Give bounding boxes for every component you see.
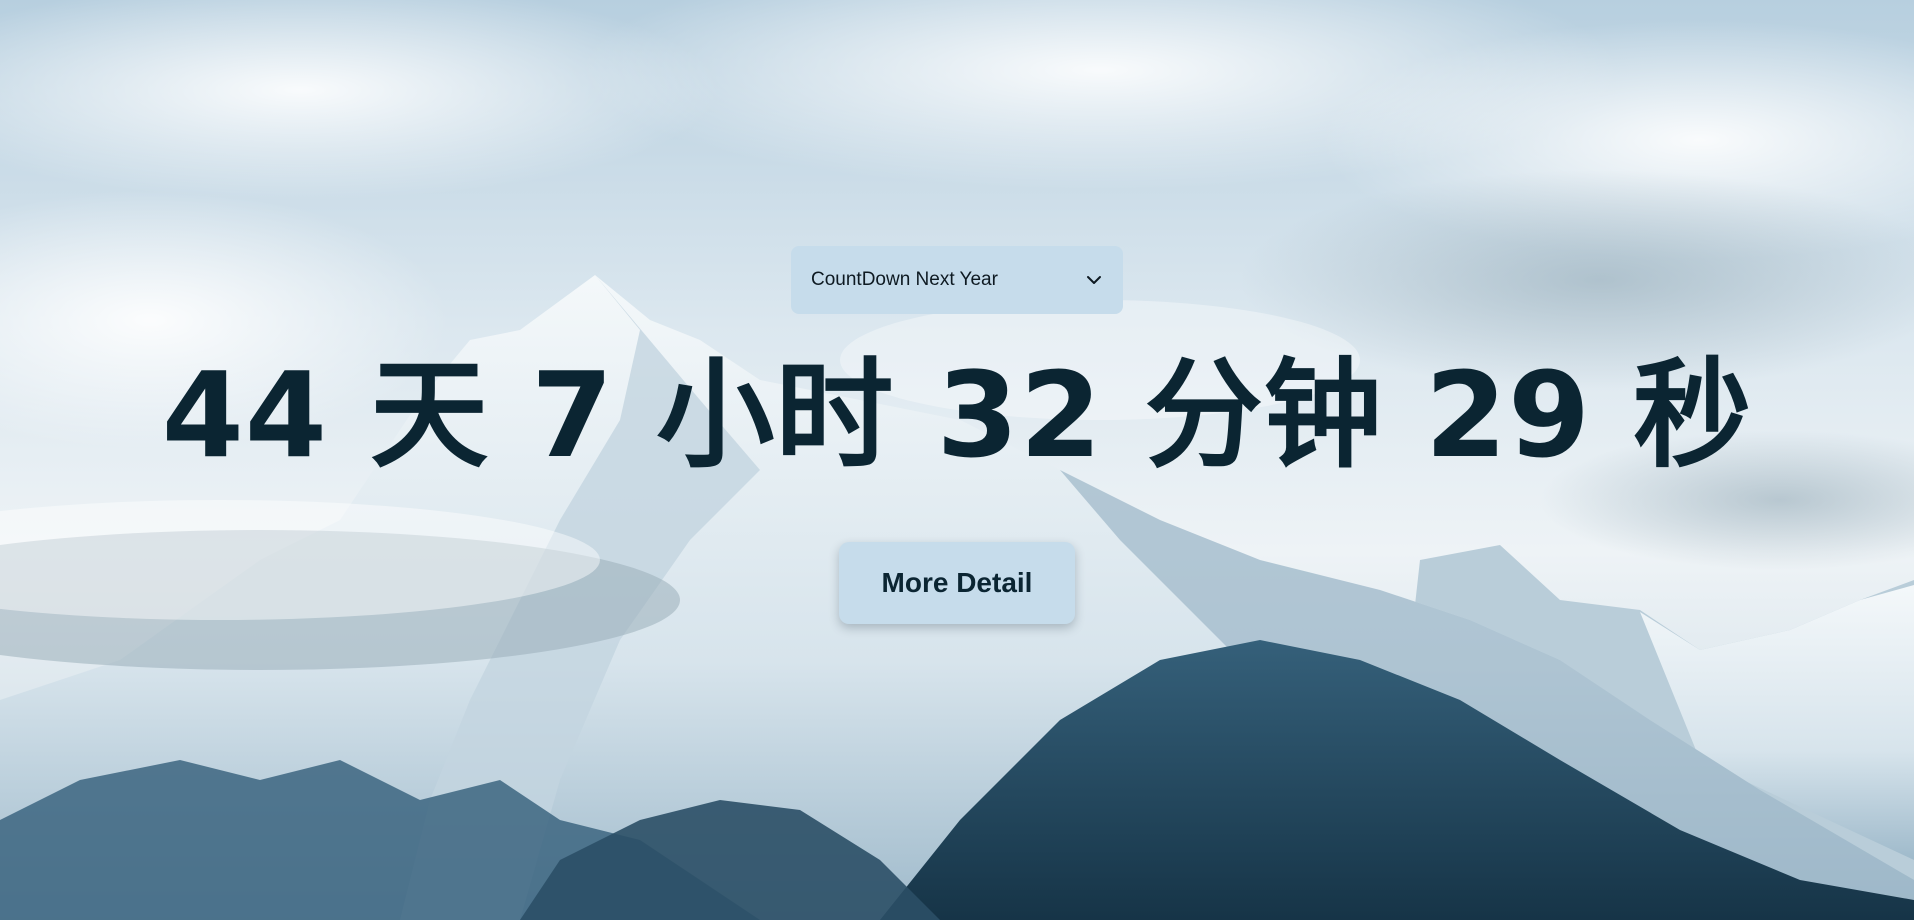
countdown-hours: 7	[531, 346, 615, 484]
countdown-seconds-unit: 秒	[1633, 346, 1753, 484]
countdown-minutes-unit: 分钟	[1144, 346, 1383, 484]
countdown-seconds: 29	[1424, 346, 1592, 484]
countdown-display: 44 天 7 小时 32 分钟 29 秒	[0, 345, 1914, 485]
countdown-minutes: 32	[936, 346, 1103, 484]
more-detail-button[interactable]: More Detail	[839, 542, 1075, 624]
countdown-target-label: CountDown Next Year	[811, 269, 998, 290]
countdown-days-unit: 天	[370, 346, 490, 484]
countdown-target-select[interactable]: CountDown Next Year	[791, 246, 1123, 314]
chevron-down-icon	[1085, 271, 1103, 289]
countdown-hours-unit: 小时	[656, 346, 895, 484]
countdown-days: 44	[161, 346, 328, 484]
countdown-page: CountDown Next Year 44 天 7 小时 32 分钟 29 秒…	[0, 0, 1914, 920]
